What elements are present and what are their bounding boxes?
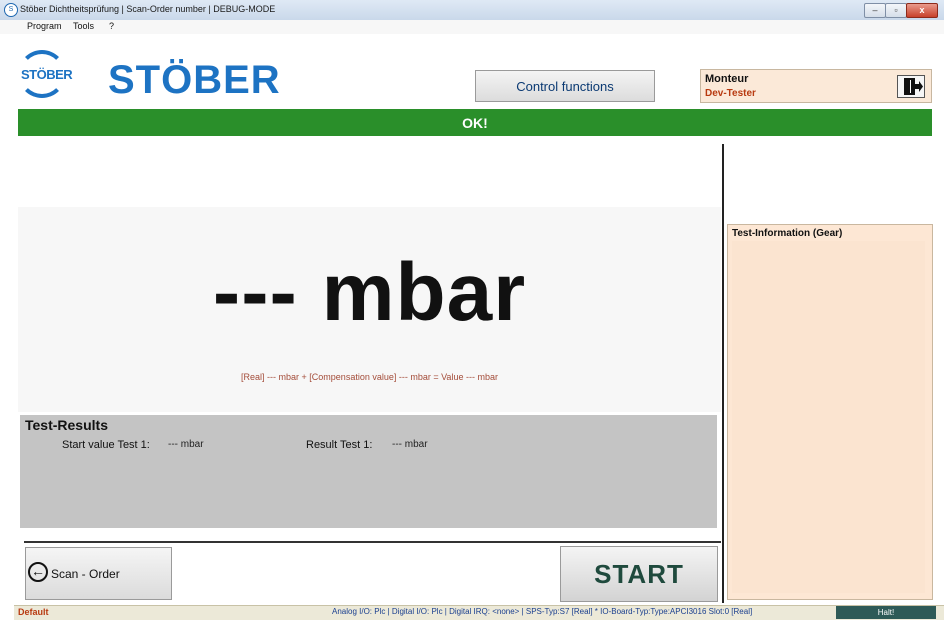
user-role: Monteur bbox=[705, 73, 749, 85]
footer-io-info: Analog I/O: Plc | Digital I/O: Plc | Dig… bbox=[332, 607, 753, 616]
maximize-button[interactable]: ▫ bbox=[885, 3, 907, 18]
halt-indicator: Halt! bbox=[836, 606, 936, 619]
close-button[interactable]: x bbox=[906, 3, 938, 18]
test-results-panel: Test-Results Start value Test 1: --- mba… bbox=[20, 415, 717, 528]
logout-button[interactable] bbox=[897, 75, 925, 98]
main-top-pane bbox=[18, 137, 721, 207]
logout-door-icon bbox=[904, 78, 923, 95]
minimize-button[interactable]: – bbox=[864, 3, 886, 18]
arrow-left-icon: ← bbox=[28, 562, 48, 582]
start-value: --- mbar bbox=[168, 439, 204, 450]
logo-small-text: STÖBER bbox=[21, 67, 73, 82]
result-label: Result Test 1: bbox=[306, 439, 373, 451]
compensation-formula: [Real] --- mbar + [Compensation value] -… bbox=[241, 372, 498, 382]
horizontal-divider bbox=[24, 541, 721, 543]
brand-logo: STÖBER bbox=[108, 58, 281, 102]
app-icon: S bbox=[4, 3, 18, 17]
scan-order-label: Scan - Order bbox=[51, 567, 120, 581]
menu-help[interactable]: ? bbox=[109, 21, 114, 31]
footer-profile: Default bbox=[18, 607, 49, 617]
vertical-divider bbox=[722, 144, 724, 603]
test-information-title: Test-Information (Gear) bbox=[732, 228, 843, 239]
menu-tools[interactable]: Tools bbox=[73, 21, 94, 31]
status-footer: Default Analog I/O: Plc | Digital I/O: P… bbox=[14, 605, 944, 620]
window-title: Stöber Dichtheitsprüfung | Scan-Order nu… bbox=[20, 4, 276, 14]
control-functions-button[interactable]: Control functions bbox=[475, 70, 655, 102]
result-value: --- mbar bbox=[392, 439, 428, 450]
window-titlebar: S Stöber Dichtheitsprüfung | Scan-Order … bbox=[0, 0, 944, 21]
user-panel: Monteur Dev-Tester bbox=[700, 69, 932, 103]
start-value-label: Start value Test 1: bbox=[62, 439, 150, 451]
pressure-value: --- mbar bbox=[212, 247, 527, 338]
status-banner: OK! bbox=[18, 109, 932, 136]
test-information-panel: Test-Information (Gear) bbox=[727, 224, 933, 600]
test-information-content bbox=[732, 241, 925, 593]
start-button[interactable]: START bbox=[560, 546, 718, 602]
test-results-title: Test-Results bbox=[25, 417, 108, 433]
menu-program[interactable]: Program bbox=[27, 21, 62, 31]
user-name: Dev-Tester bbox=[705, 88, 756, 99]
right-top-pane bbox=[725, 137, 932, 224]
menu-bar: Program Tools ? bbox=[0, 20, 944, 34]
scan-order-button[interactable]: ← Scan - Order bbox=[25, 547, 172, 600]
